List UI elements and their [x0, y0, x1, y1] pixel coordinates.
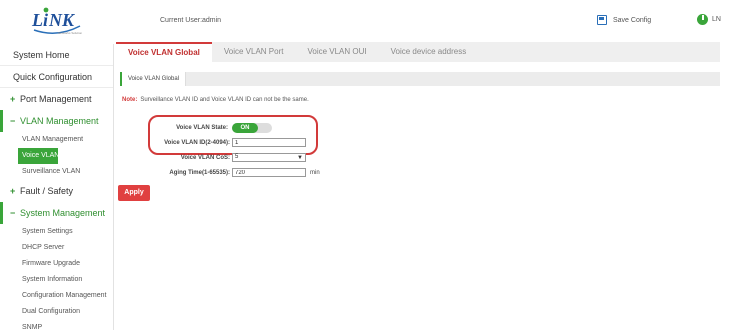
- sidebar-item-system-settings[interactable]: System Settings: [0, 224, 113, 240]
- tab-voice-vlan-port[interactable]: Voice VLAN Port: [212, 42, 296, 62]
- aging-row: Aging Time(1-65535): min: [158, 168, 320, 177]
- expand-icon: +: [10, 94, 16, 104]
- section-header: Voice VLAN Global: [120, 72, 720, 86]
- sidebar-section-label: System Management: [20, 208, 106, 218]
- vlan-id-row: Voice VLAN ID(2-4094):: [158, 138, 306, 147]
- logout-label: LN: [712, 16, 721, 23]
- tab-voice-vlan-oui[interactable]: Voice VLAN OUI: [295, 42, 378, 62]
- cos-selected-value: 5: [235, 154, 239, 160]
- save-icon: [597, 15, 607, 25]
- sidebar-item-system-home[interactable]: System Home: [0, 44, 113, 66]
- collapse-icon: −: [10, 116, 16, 126]
- svg-text:NK: NK: [48, 10, 76, 30]
- power-icon: [697, 14, 708, 25]
- note: Note: Surveillance VLAN ID and Voice VLAN…: [122, 97, 309, 103]
- sidebar-section-system-management[interactable]: − System Management: [0, 202, 113, 224]
- tab-voice-device-address[interactable]: Voice device address: [379, 42, 479, 62]
- sidebar-item-configuration-management[interactable]: Configuration Management: [0, 288, 113, 304]
- svg-text:L: L: [31, 10, 43, 30]
- brand-logo: L i NK Networks Solution: [31, 7, 83, 35]
- sidebar-section-label: Port Management: [20, 94, 92, 104]
- current-user-label: Current User:admin: [160, 17, 222, 24]
- toggle-on-label: ON: [232, 123, 258, 133]
- aging-unit: min: [310, 169, 320, 176]
- expand-icon: +: [10, 186, 16, 196]
- note-prefix: Note:: [122, 97, 138, 103]
- svg-text:i: i: [43, 10, 48, 30]
- sidebar-item-vlan-management[interactable]: VLAN Management: [0, 132, 113, 148]
- cos-label: Voice VLAN CoS:: [180, 154, 230, 161]
- section-title: Voice VLAN Global: [122, 72, 187, 86]
- main-content: Voice VLAN Global Note: Surveillance VLAN…: [116, 62, 720, 330]
- sidebar-section-fault-safety[interactable]: + Fault / Safety: [0, 180, 113, 202]
- sidebar-item-system-information[interactable]: System Information: [0, 272, 113, 288]
- save-config-button[interactable]: Save Config: [597, 15, 651, 25]
- sidebar: System Home Quick Configuration + Port Ma…: [0, 44, 114, 330]
- state-label: Voice VLAN State:: [176, 125, 228, 131]
- aging-time-input[interactable]: [232, 168, 306, 177]
- cos-select[interactable]: 5 ▼: [232, 153, 306, 162]
- tab-voice-vlan-global[interactable]: Voice VLAN Global: [116, 42, 212, 62]
- sidebar-section-port-management[interactable]: + Port Management: [0, 88, 113, 110]
- chevron-down-icon: ▼: [297, 155, 303, 161]
- sidebar-section-label: Fault / Safety: [20, 186, 74, 196]
- sidebar-item-voice-vlan[interactable]: Voice VLAN: [18, 148, 59, 164]
- voice-vlan-state-toggle[interactable]: ON: [232, 123, 272, 133]
- aging-label: Aging Time(1-65535):: [169, 169, 230, 176]
- tab-bar: Voice VLAN Global Voice VLAN Port Voice …: [116, 42, 720, 62]
- header: L i NK Networks Solution Current User:ad…: [0, 0, 734, 44]
- sidebar-item-dual-configuration[interactable]: Dual Configuration: [0, 304, 113, 320]
- sidebar-item-firmware-upgrade[interactable]: Firmware Upgrade: [0, 256, 113, 272]
- cos-row: Voice VLAN CoS: 5 ▼: [158, 153, 306, 162]
- apply-button[interactable]: Apply: [118, 185, 150, 201]
- collapse-icon: −: [10, 208, 16, 218]
- sidebar-item-dhcp-server[interactable]: DHCP Server: [0, 240, 113, 256]
- sidebar-section-vlan-management[interactable]: − VLAN Management: [0, 110, 113, 132]
- save-config-label: Save Config: [613, 16, 652, 24]
- vlan-id-label: Voice VLAN ID(2-4094):: [164, 139, 230, 146]
- svg-text:Networks Solution: Networks Solution: [58, 31, 83, 35]
- sidebar-item-surveillance-vlan[interactable]: Surveillance VLAN: [0, 164, 113, 180]
- state-row: Voice VLAN State: ON: [160, 123, 272, 133]
- sidebar-item-quick-configuration[interactable]: Quick Configuration: [0, 66, 113, 88]
- highlight-annotation: [148, 115, 318, 155]
- sidebar-section-label: VLAN Management: [20, 116, 99, 126]
- vlan-id-input[interactable]: [232, 138, 306, 147]
- sidebar-item-snmp[interactable]: SNMP: [0, 320, 113, 330]
- logout-button[interactable]: LN: [697, 14, 721, 25]
- note-text: Surveillance VLAN ID and Voice VLAN ID c…: [140, 97, 309, 103]
